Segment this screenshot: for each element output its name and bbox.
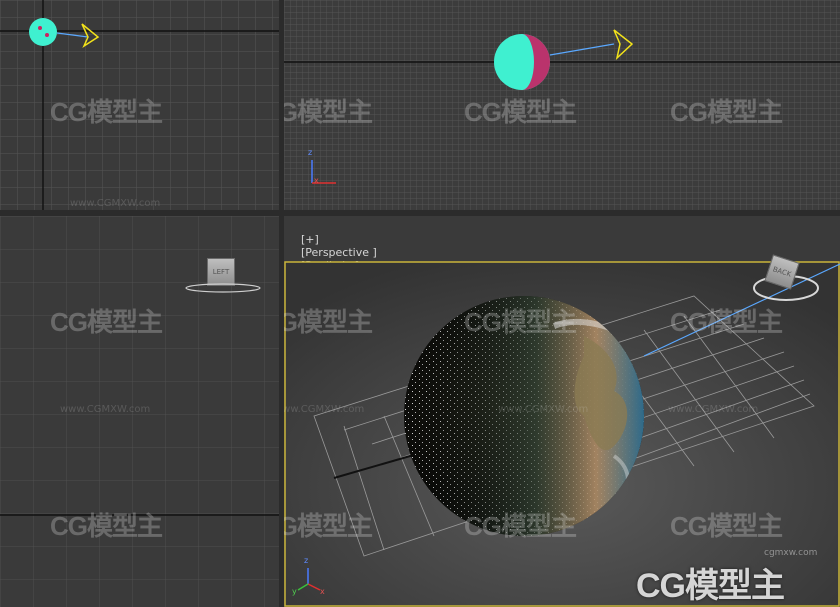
- watermark-logo: CG模型主: [670, 511, 783, 541]
- viewport-perspective[interactable]: [+] [Perspective ] [Realistic ]: [284, 216, 840, 607]
- light-ray: [549, 43, 615, 56]
- earth-sphere-wireframe[interactable]: [29, 18, 57, 46]
- axis-z-label: z: [308, 148, 313, 157]
- viewport-left[interactable]: LEFT CG模型主 www.CGMXW.com CG模型主: [0, 216, 279, 607]
- watermark-url: www.CGMXW.com: [668, 404, 759, 415]
- watermark-logo: CG模型主: [464, 511, 577, 541]
- light-ray: [56, 32, 89, 38]
- watermark-url: www.CGMXW.com: [498, 404, 589, 415]
- camera-icon[interactable]: [81, 23, 100, 48]
- watermark-logo: CG模型主: [50, 97, 163, 127]
- axis-x-label: x: [314, 176, 319, 185]
- watermark-logo: CG模型主: [464, 97, 577, 127]
- watermark-logo: CG模型主: [670, 307, 783, 337]
- axis-z-label: z: [304, 556, 309, 565]
- watermark-logo: CG模型主: [50, 307, 163, 337]
- watermark-url: www.CGMXW.com: [60, 404, 151, 415]
- watermark-logo: CG模型主: [50, 511, 163, 541]
- brand-logo: CG模型主: [636, 567, 785, 605]
- axis-x-label: x: [320, 587, 325, 596]
- watermark-url: www.CGMXW.com: [70, 198, 161, 209]
- viewcube-ring[interactable]: [183, 280, 263, 296]
- watermark-logo: CG模型主: [670, 97, 783, 127]
- watermark-logo: CG模型主: [284, 307, 373, 337]
- axis-y-label: y: [292, 587, 297, 596]
- camera-icon[interactable]: [613, 29, 634, 61]
- watermark-logo: CG模型主: [284, 511, 373, 541]
- viewport-top[interactable]: CG模型主 www.CGMXW.com: [0, 0, 279, 210]
- viewport-front[interactable]: z x CG模型主 CG模型主 CG模型主 www.CGMXW.com: [284, 0, 840, 210]
- watermark-logo: CG模型主: [464, 307, 577, 337]
- watermark-logo: CG模型主: [284, 97, 373, 127]
- brand-url: cgmxw.com: [764, 548, 818, 558]
- watermark-url: www.CGMXW.com: [284, 404, 365, 415]
